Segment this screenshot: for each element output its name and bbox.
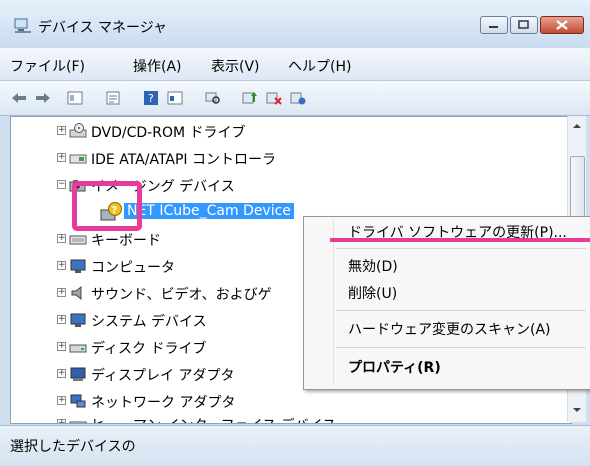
close-icon xyxy=(556,20,568,30)
hid-icon xyxy=(69,421,87,423)
disable-device-icon[interactable] xyxy=(289,90,307,106)
title-bar[interactable]: デバイス マネージャ xyxy=(0,0,590,48)
update-driver-icon[interactable] xyxy=(241,90,259,106)
toolbar: ? xyxy=(0,81,590,116)
svg-text:?: ? xyxy=(148,92,154,105)
system-device-icon xyxy=(70,313,86,327)
menu-separator xyxy=(336,310,586,311)
display-adapter-icon xyxy=(70,367,86,381)
back-icon[interactable] xyxy=(10,90,28,106)
tree-label: キーボード xyxy=(91,233,161,249)
scroll-down-icon[interactable] xyxy=(572,406,582,414)
status-text: 選択したデバイスの xyxy=(10,439,136,455)
expand-icon[interactable]: + xyxy=(57,126,66,135)
expand-icon[interactable]: + xyxy=(57,261,66,270)
tree-node-hid[interactable]: + ヒューマン インターフェイス デバイス xyxy=(11,413,571,423)
maximize-button[interactable] xyxy=(510,16,538,34)
minimize-icon xyxy=(489,26,498,28)
view-icon[interactable] xyxy=(66,90,84,106)
menu-bar: ファイル(F) 操作(A) 表示(V) ヘルプ(H) xyxy=(0,48,590,81)
disk-drive-icon xyxy=(69,344,87,353)
menu-separator xyxy=(336,248,586,249)
menu-item-properties[interactable]: プロパティ(R) xyxy=(348,357,441,377)
properties-icon[interactable] xyxy=(104,90,122,106)
tree-label: IDE ATA/ATAPI コントローラ xyxy=(91,152,277,168)
tree-label: コンピュータ xyxy=(91,260,175,276)
context-menu-gutter xyxy=(333,219,334,385)
tree-label: DVD/CD-ROM ドライブ xyxy=(91,125,246,141)
close-button[interactable] xyxy=(540,16,584,34)
tree-node-ide[interactable]: + IDE ATA/ATAPI コントローラ xyxy=(11,147,571,169)
network-adapter-icon xyxy=(70,394,86,408)
expand-icon[interactable]: + xyxy=(57,315,66,324)
help-icon[interactable]: ? xyxy=(142,90,160,106)
list-view-icon[interactable] xyxy=(166,90,184,106)
window-title: デバイス マネージャ xyxy=(38,20,168,36)
device-manager-window: デバイス マネージャ ファイル(F) 操作(A) 表示(V) ヘルプ(H) ? xyxy=(0,0,590,466)
highlight-box-annotation xyxy=(72,181,142,231)
status-bar: 選択したデバイスの xyxy=(0,425,590,466)
keyboard-icon xyxy=(69,235,87,245)
highlight-underline-annotation xyxy=(330,238,590,242)
expand-icon[interactable]: + xyxy=(57,153,66,162)
maximize-icon xyxy=(518,20,529,29)
device-manager-icon xyxy=(14,18,31,33)
tree-label: ネットワーク アダプタ xyxy=(91,395,236,411)
tree-label: ディスプレイ アダプタ xyxy=(91,368,235,384)
menu-help[interactable]: ヘルプ(H) xyxy=(288,56,351,76)
collapse-icon[interactable]: − xyxy=(57,180,66,189)
tree-node-network[interactable]: + ネットワーク アダプタ xyxy=(11,390,571,412)
dvd-drive-icon xyxy=(69,123,87,138)
menu-view[interactable]: 表示(V) xyxy=(211,56,260,76)
expand-icon[interactable]: + xyxy=(57,234,66,243)
tree-label: ディスク ドライブ xyxy=(91,341,207,357)
minimize-button[interactable] xyxy=(480,16,508,34)
scan-hardware-icon[interactable] xyxy=(204,90,222,106)
tree-node-dvd[interactable]: + DVD/CD-ROM ドライブ xyxy=(11,120,571,142)
uninstall-device-icon[interactable] xyxy=(265,90,283,106)
tree-label: システム デバイス xyxy=(91,314,207,330)
context-menu: ドライバ ソフトウェアの更新(P)... 無効(D) 削除(U) ハードウェア変… xyxy=(303,216,590,390)
menu-separator xyxy=(336,347,586,348)
ide-controller-icon xyxy=(69,154,87,164)
tree-label-selected: NET ICube_Cam Device xyxy=(124,203,294,219)
computer-icon xyxy=(70,259,86,273)
scroll-up-icon[interactable] xyxy=(572,122,582,130)
menu-item-disable[interactable]: 無効(D) xyxy=(348,256,398,276)
tree-label: サウンド、ビデオ、およびゲ xyxy=(91,287,272,303)
forward-icon[interactable] xyxy=(34,90,52,106)
menu-file[interactable]: ファイル(F) xyxy=(10,56,85,76)
menu-item-uninstall[interactable]: 削除(U) xyxy=(348,283,397,303)
tree-label: ヒューマン インターフェイス デバイス xyxy=(91,415,336,423)
expand-icon[interactable]: + xyxy=(57,342,66,351)
expand-icon[interactable]: + xyxy=(57,396,66,405)
menu-action[interactable]: 操作(A) xyxy=(133,56,182,76)
speaker-icon xyxy=(71,285,82,301)
expand-icon[interactable]: + xyxy=(57,369,66,378)
expand-icon[interactable]: + xyxy=(57,288,66,297)
menu-item-scan-hardware[interactable]: ハードウェア変更のスキャン(A) xyxy=(348,319,551,339)
expand-icon[interactable]: + xyxy=(57,419,66,423)
